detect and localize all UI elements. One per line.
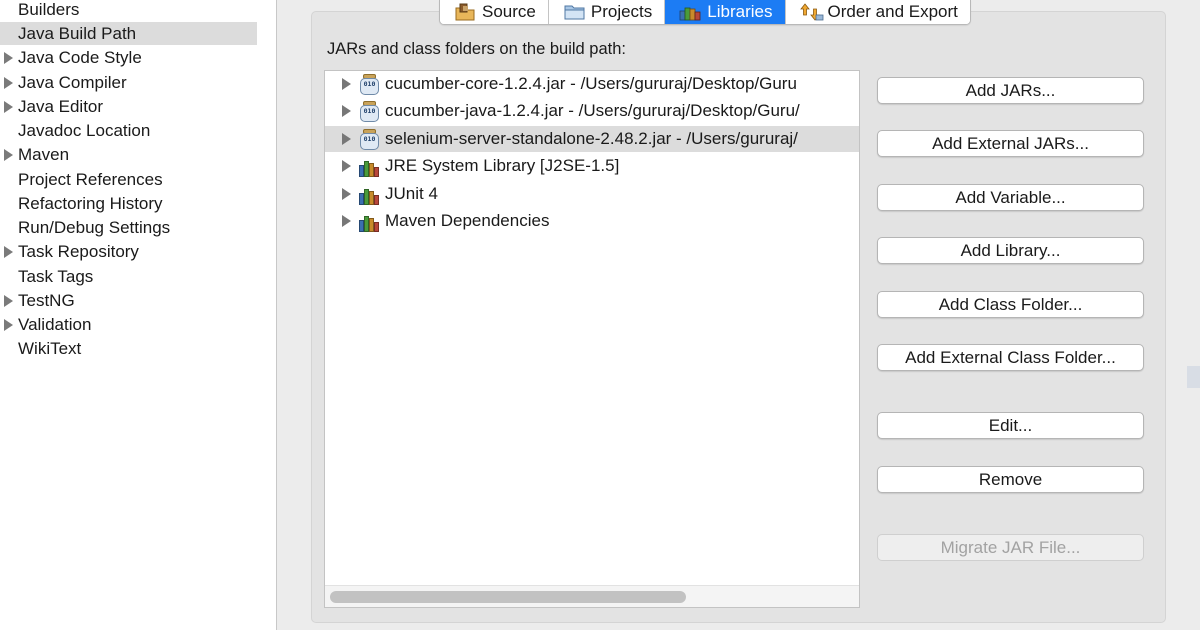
expand-arrow-icon[interactable] xyxy=(4,319,13,331)
sidebar-item-label: Task Repository xyxy=(18,242,139,261)
add-class-folder-button[interactable]: Add Class Folder... xyxy=(877,291,1144,318)
build-path-tabs: Source Projects Libraries Order and Expo… xyxy=(439,0,971,25)
tree-row-cucumber-core[interactable]: 010 cucumber-core-1.2.4.jar - /Users/gur… xyxy=(325,71,859,97)
expand-arrow-icon[interactable] xyxy=(342,188,351,200)
expand-arrow-icon[interactable] xyxy=(342,160,351,172)
sidebar-item-builders[interactable]: Builders xyxy=(0,0,257,21)
sidebar-item-label: Run/Debug Settings xyxy=(18,218,171,237)
edit-button[interactable]: Edit... xyxy=(877,412,1144,439)
jar-icon: 010 xyxy=(358,129,380,150)
sidebar-item-label: Java Compiler xyxy=(18,73,127,92)
sidebar-item-testng[interactable]: TestNG xyxy=(0,289,257,312)
expand-arrow-icon[interactable] xyxy=(4,77,13,89)
sidebar-item-java-code-style[interactable]: Java Code Style xyxy=(0,46,257,69)
tab-source[interactable]: Source xyxy=(440,0,548,24)
sidebar-item-label: Task Tags xyxy=(18,267,94,286)
source-folder-icon xyxy=(454,3,478,21)
tree-row-junit-4[interactable]: JUnit 4 xyxy=(325,181,859,207)
tree-row-label: cucumber-java-1.2.4.jar - /Users/gururaj… xyxy=(385,101,800,120)
tree-row-label: JUnit 4 xyxy=(385,184,438,203)
remove-button[interactable]: Remove xyxy=(877,466,1144,493)
library-icon xyxy=(358,184,380,205)
expand-arrow-icon[interactable] xyxy=(4,101,13,113)
sidebar-item-label: TestNG xyxy=(18,291,75,310)
sidebar-item-label: Builders xyxy=(18,0,80,19)
sidebar-item-refactoring-history[interactable]: Refactoring History xyxy=(0,192,257,215)
tab-libraries[interactable]: Libraries xyxy=(664,0,785,24)
sidebar-item-run-debug-settings[interactable]: Run/Debug Settings xyxy=(0,216,257,239)
tree-row-label: Maven Dependencies xyxy=(385,211,550,230)
tab-order-and-export[interactable]: Order and Export xyxy=(784,0,970,24)
add-jars-button[interactable]: Add JARs... xyxy=(877,77,1144,104)
sidebar-item-javadoc-location[interactable]: Javadoc Location xyxy=(0,119,257,142)
sidebar-item-maven[interactable]: Maven xyxy=(0,143,257,166)
sidebar-item-project-references[interactable]: Project References xyxy=(0,168,257,191)
libraries-icon xyxy=(679,3,703,21)
sidebar-item-label: Project References xyxy=(18,170,163,189)
tree-row-cucumber-java[interactable]: 010 cucumber-java-1.2.4.jar - /Users/gur… xyxy=(325,98,859,124)
sidebar-item-label: WikiText xyxy=(18,339,82,358)
jar-icon: 010 xyxy=(358,101,380,122)
sidebar-item-label: Java Code Style xyxy=(18,48,142,67)
expand-arrow-icon[interactable] xyxy=(342,78,351,90)
tree-row-label: cucumber-core-1.2.4.jar - /Users/gururaj… xyxy=(385,74,797,93)
sidebar-item-label: Refactoring History xyxy=(18,194,163,213)
sidebar-item-validation[interactable]: Validation xyxy=(0,313,257,336)
tab-projects[interactable]: Projects xyxy=(547,0,665,24)
sidebar-item-label: Java Build Path xyxy=(18,24,137,43)
tree-row-label: selenium-server-standalone-2.48.2.jar - … xyxy=(385,129,798,148)
expand-arrow-icon[interactable] xyxy=(4,149,13,161)
expand-arrow-icon[interactable] xyxy=(4,246,13,258)
sidebar-item-wikitext[interactable]: WikiText xyxy=(0,337,257,360)
window-edge xyxy=(1187,366,1200,388)
sidebar-item-label: Validation xyxy=(18,315,92,334)
migrate-jar-file-button: Migrate JAR File... xyxy=(877,534,1144,561)
tab-label: Projects xyxy=(590,2,653,21)
projects-folder-icon xyxy=(563,3,587,21)
tree-row-maven-dependencies[interactable]: Maven Dependencies xyxy=(325,208,859,234)
sidebar-item-java-compiler[interactable]: Java Compiler xyxy=(0,71,257,94)
expand-arrow-icon[interactable] xyxy=(342,215,351,227)
tab-label: Order and Export xyxy=(827,2,958,21)
horizontal-scrollbar-thumb[interactable] xyxy=(330,591,686,603)
tab-label: Libraries xyxy=(707,2,773,21)
tree-row-label: JRE System Library [J2SE-1.5] xyxy=(385,156,620,175)
add-variable-button[interactable]: Add Variable... xyxy=(877,184,1144,211)
expand-arrow-icon[interactable] xyxy=(342,133,351,145)
panel-description: JARs and class folders on the build path… xyxy=(327,40,627,58)
library-icon xyxy=(358,211,380,232)
sidebar-item-label: Javadoc Location xyxy=(18,121,151,140)
order-export-icon xyxy=(799,3,824,21)
sidebar-item-java-build-path[interactable]: Java Build Path xyxy=(0,22,257,45)
library-icon xyxy=(358,156,380,177)
tree-row-selenium-server[interactable]: 010 selenium-server-standalone-2.48.2.ja… xyxy=(325,126,859,152)
expand-arrow-icon[interactable] xyxy=(342,105,351,117)
add-library-button[interactable]: Add Library... xyxy=(877,237,1144,264)
jar-icon: 010 xyxy=(358,74,380,95)
sidebar-item-task-repository[interactable]: Task Repository xyxy=(0,240,257,263)
build-path-entries-tree[interactable]: 010 cucumber-core-1.2.4.jar - /Users/gur… xyxy=(324,70,860,608)
sidebar-item-label: Java Editor xyxy=(18,97,104,116)
add-external-class-folder-button[interactable]: Add External Class Folder... xyxy=(877,344,1144,371)
sidebar-item-task-tags[interactable]: Task Tags xyxy=(0,265,257,288)
expand-arrow-icon[interactable] xyxy=(4,52,13,64)
preferences-tree: Builders Java Build Path Java Code Style… xyxy=(0,0,277,630)
tree-row-jre-system-library[interactable]: JRE System Library [J2SE-1.5] xyxy=(325,153,859,179)
tab-label: Source xyxy=(482,2,536,21)
sidebar-item-java-editor[interactable]: Java Editor xyxy=(0,95,257,118)
sidebar-item-label: Maven xyxy=(18,145,70,164)
expand-arrow-icon[interactable] xyxy=(4,295,13,307)
add-external-jars-button[interactable]: Add External JARs... xyxy=(877,130,1144,157)
